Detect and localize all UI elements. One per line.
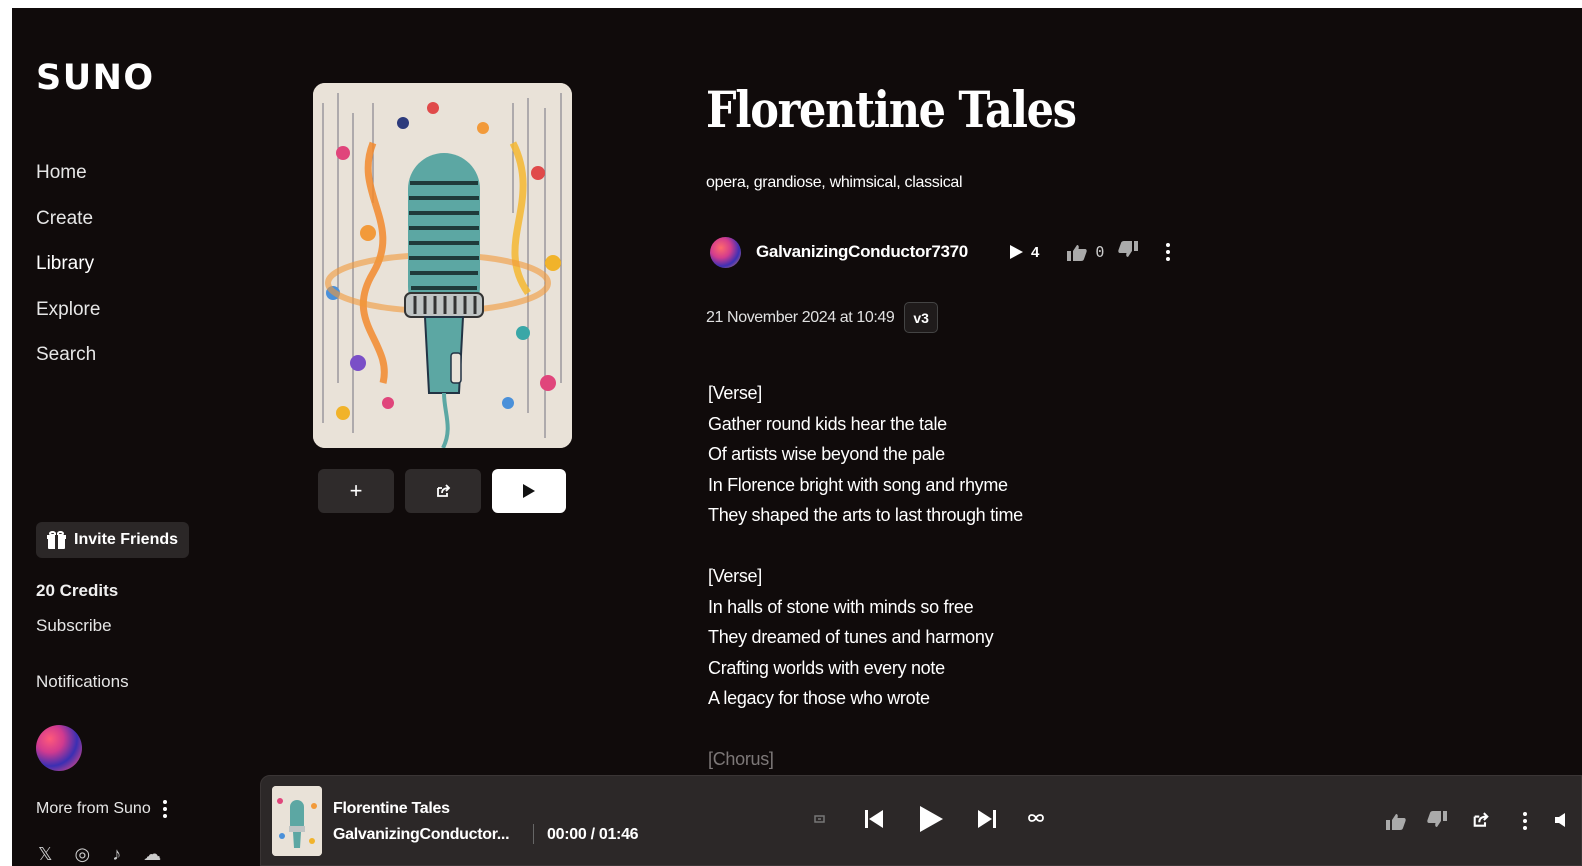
song-more-icon[interactable] xyxy=(1166,243,1171,261)
previous-button[interactable] xyxy=(863,808,885,830)
next-button[interactable] xyxy=(976,808,998,830)
player-share-button[interactable] xyxy=(1472,812,1490,833)
lyric-line: They shaped the arts to last through tim… xyxy=(708,505,1023,525)
volume-button[interactable] xyxy=(1554,812,1568,833)
lyrics: [Verse] Gather round kids hear the tale … xyxy=(708,378,1023,775)
thumbs-down-icon xyxy=(1427,811,1447,827)
player-divider xyxy=(533,824,534,844)
player-cover-thumb[interactable] xyxy=(272,786,322,856)
player-more-icon[interactable] xyxy=(1523,812,1527,830)
dislike-button[interactable] xyxy=(1118,241,1139,263)
sidebar-item-create[interactable]: Create xyxy=(36,208,100,254)
thumbs-up-icon xyxy=(1386,814,1406,830)
sidebar-nav: Home Create Library Explore Search xyxy=(36,162,100,390)
social-links: 𝕏 ◎ ♪ ☁ xyxy=(38,844,161,865)
player-play-button[interactable] xyxy=(918,805,944,833)
suno-logo[interactable]: SUNO xyxy=(36,58,155,98)
author-avatar[interactable] xyxy=(710,236,741,268)
song-title: Florentine Tales xyxy=(706,80,1077,139)
lyric-line: Gather round kids hear the tale xyxy=(708,413,947,434)
shuffle-button[interactable] xyxy=(812,811,828,827)
lyric-line: [Verse] xyxy=(708,383,762,403)
volume-icon xyxy=(1555,813,1565,827)
share-button[interactable] xyxy=(405,469,481,513)
x-icon[interactable]: 𝕏 xyxy=(38,844,53,865)
notifications-link[interactable]: Notifications xyxy=(36,672,129,692)
player-title[interactable]: Florentine Tales xyxy=(333,800,450,818)
microphone-music-illustration xyxy=(313,83,572,448)
play-button[interactable] xyxy=(492,469,566,513)
sidebar-item-home[interactable]: Home xyxy=(36,162,100,208)
like-count: 0 xyxy=(1095,243,1105,261)
player-time: 00:00 / 01:46 xyxy=(547,826,639,843)
gift-icon xyxy=(47,531,66,549)
share-icon xyxy=(436,484,450,497)
play-count-icon xyxy=(1009,245,1023,259)
thumbs-up-icon xyxy=(1067,244,1087,261)
tiktok-icon[interactable]: ♪ xyxy=(112,844,121,865)
user-avatar[interactable] xyxy=(36,725,82,771)
sidebar-item-library[interactable]: Library xyxy=(36,253,100,299)
cover-actions: + xyxy=(318,469,566,513)
date-row: 21 November 2024 at 10:49 v3 xyxy=(706,302,938,333)
sidebar-item-search[interactable]: Search xyxy=(36,344,100,390)
play-count: 4 xyxy=(1009,243,1040,261)
like-button[interactable]: 0 xyxy=(1067,243,1104,261)
invite-friends-button[interactable]: Invite Friends xyxy=(36,522,189,558)
skip-forward-icon xyxy=(978,810,996,828)
author-row: GalvanizingConductor7370 4 0 xyxy=(710,235,1171,269)
play-icon xyxy=(920,806,943,832)
invite-friends-label: Invite Friends xyxy=(74,531,179,548)
lyric-line: In halls of stone with minds so free xyxy=(708,596,974,617)
loop-icon xyxy=(1028,814,1044,822)
more-from-suno-button[interactable]: More from Suno xyxy=(36,800,167,818)
skip-back-icon xyxy=(865,810,883,828)
loop-button[interactable] xyxy=(1027,812,1045,824)
play-count-value: 4 xyxy=(1030,243,1040,261)
instagram-icon[interactable]: ◎ xyxy=(75,844,91,865)
lyric-line: A legacy for those who wrote xyxy=(708,688,930,708)
lyric-line: In Florence bright with song and rhyme xyxy=(708,474,1008,495)
song-tags[interactable]: opera, grandiose, whimsical, classical xyxy=(706,174,963,192)
repeat-square-icon xyxy=(814,815,825,823)
add-to-playlist-button[interactable]: + xyxy=(318,469,394,513)
app-window: SUNO Home Create Library Explore Search … xyxy=(12,8,1582,866)
lyric-line: They dreamed of tunes and harmony xyxy=(708,627,994,647)
lyric-line: [Chorus] xyxy=(708,749,774,769)
more-from-suno-label: More from Suno xyxy=(36,800,151,817)
play-icon xyxy=(523,484,535,498)
plus-icon: + xyxy=(349,478,363,503)
more-vertical-icon xyxy=(162,800,167,818)
player-dislike-button[interactable] xyxy=(1427,811,1447,833)
player-artist[interactable]: GalvanizingConductor... xyxy=(333,826,510,844)
cover-art xyxy=(313,83,572,448)
lyric-line: Crafting worlds with every note xyxy=(708,657,945,678)
subscribe-link[interactable]: Subscribe xyxy=(36,616,112,636)
player-like-button[interactable] xyxy=(1386,813,1406,835)
thumbs-down-icon xyxy=(1118,241,1139,257)
version-badge: v3 xyxy=(904,302,938,333)
player-bar: Florentine Tales GalvanizingConductor...… xyxy=(260,775,1582,866)
author-name[interactable]: GalvanizingConductor7370 xyxy=(756,242,968,262)
lyric-line: Of artists wise beyond the pale xyxy=(708,444,945,464)
share-icon xyxy=(1473,812,1489,827)
discord-icon[interactable]: ☁ xyxy=(143,844,161,865)
credits-count: 20 Credits xyxy=(36,581,119,600)
lyric-line xyxy=(708,531,1023,562)
lyric-line xyxy=(708,714,1023,745)
created-date: 21 November 2024 at 10:49 xyxy=(706,308,895,326)
sidebar-item-explore[interactable]: Explore xyxy=(36,299,100,345)
lyric-line: [Verse] xyxy=(708,566,762,586)
player-cover-image xyxy=(272,786,322,856)
